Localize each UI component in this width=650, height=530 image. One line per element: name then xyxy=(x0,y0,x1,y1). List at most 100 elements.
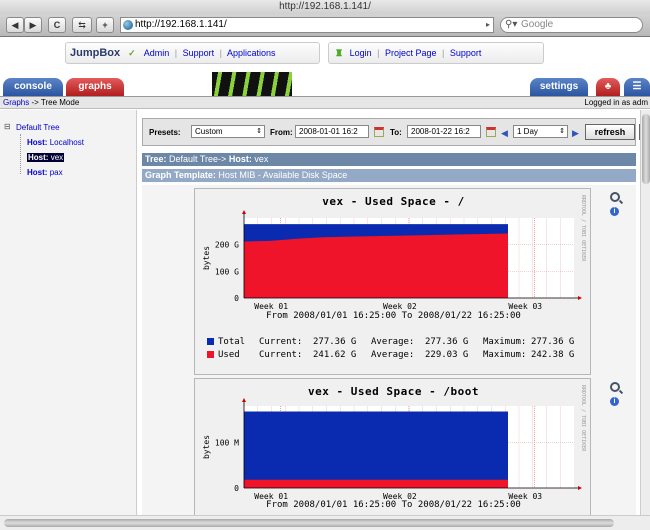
legend-swatch-total xyxy=(207,338,214,345)
graph-content: Presets: Custom ⇕ From: 2008-01-01 16:2 T… xyxy=(138,110,640,515)
admin-link[interactable]: Admin xyxy=(144,48,170,58)
info-icon[interactable]: i xyxy=(610,207,619,216)
host-prefix: Host: xyxy=(27,168,48,177)
info-icon[interactable]: i xyxy=(610,397,619,406)
timespan-filter: Presets: Custom ⇕ From: 2008-01-01 16:2 T… xyxy=(142,118,640,146)
horizontal-scrollbar[interactable] xyxy=(0,515,650,530)
presets-value: Custom xyxy=(195,127,223,136)
tree-root-default-tree[interactable]: Default Tree xyxy=(16,123,60,133)
y-axis-label: bytes xyxy=(202,435,211,459)
host-selected: Host: vex xyxy=(27,153,65,162)
select-arrow-icon: ⇕ xyxy=(559,128,565,135)
host-header-label: Host: xyxy=(228,154,252,164)
address-bar[interactable]: http://192.168.1.141/ ▸ xyxy=(120,17,494,33)
logged-in-text: Logged in as adm xyxy=(584,98,648,107)
timespan-value: 1 Day xyxy=(517,127,538,136)
refresh-button[interactable]: refresh xyxy=(585,124,635,140)
from-date-input[interactable]: 2008-01-01 16:2 xyxy=(295,125,369,138)
address-text: http://192.168.1.141/ xyxy=(135,19,227,30)
zoom-icon[interactable] xyxy=(610,192,620,202)
host-header-value: vex xyxy=(254,154,269,164)
legend-current-label: Current: xyxy=(259,337,303,347)
tree-host-vex[interactable]: Host: vex xyxy=(27,153,65,163)
zoom-icon[interactable] xyxy=(610,382,620,392)
list-view-icon: ☰ xyxy=(632,81,642,92)
window-title: http://192.168.1.141/ xyxy=(0,0,650,14)
area-series-used xyxy=(244,233,508,298)
legend-current-label: Current: xyxy=(259,350,303,360)
jumpbox-logo: JumpBox xyxy=(70,47,121,59)
check-icon: ✓ xyxy=(128,48,136,58)
breadcrumb: Graphs -> Tree Mode Logged in as adm xyxy=(0,96,650,109)
add-bookmark-button[interactable]: + xyxy=(96,17,114,33)
tree-sidebar: ⊟ Default Tree Host: Localhost Host: vex… xyxy=(0,110,137,515)
to-calendar-icon[interactable] xyxy=(486,127,496,137)
legend-average-label: Average: xyxy=(371,350,415,360)
legend-maximum-label: Maximum: xyxy=(483,337,527,347)
graph-2-plot: 0100 MWeek 01 Week 02 Week 03bytes xyxy=(202,398,582,501)
tree-host-localhost[interactable]: Host: Localhost xyxy=(27,138,84,148)
globe-icon xyxy=(123,20,133,30)
x-axis-arrow xyxy=(578,296,582,300)
applications-link[interactable]: Applications xyxy=(227,48,276,58)
support-link-2[interactable]: Support xyxy=(450,48,482,58)
legend-row-total: Total Current: 277.36 G Average: 277.36 … xyxy=(207,337,587,349)
graph-template-header: Graph Template: Host MIB - Available Dis… xyxy=(142,169,636,182)
robot-icon: ♜ xyxy=(335,48,344,58)
browser-toolbar: ◀ ▶ C ⇆ + http://192.168.1.141/ ▸ ⚲▾ Goo… xyxy=(0,14,650,37)
project-page-link[interactable]: Project Page xyxy=(385,48,437,58)
search-placeholder: Google xyxy=(521,19,554,30)
search-input[interactable]: ⚲▾ Google xyxy=(500,17,643,33)
snapback-button[interactable]: ⇆ xyxy=(72,17,92,33)
shift-right-icon[interactable]: ▶ xyxy=(572,128,579,139)
legend-current: 277.36 G xyxy=(313,337,357,347)
presets-label: Presets: xyxy=(149,128,181,137)
area-series-total xyxy=(244,411,508,488)
tree-header-label: Tree: xyxy=(145,154,167,164)
timespan-select[interactable]: 1 Day ⇕ xyxy=(513,125,568,138)
horizontal-scroll-thumb[interactable] xyxy=(4,519,614,527)
shift-left-icon[interactable]: ◀ xyxy=(501,128,508,139)
login-link[interactable]: Login xyxy=(350,48,372,58)
from-calendar-icon[interactable] xyxy=(374,127,384,137)
history-arrow-icon[interactable]: ▸ xyxy=(486,18,490,32)
tab-settings[interactable]: settings xyxy=(530,78,588,96)
jumpbox-admin-box: JumpBox ✓ Admin | Support | Applications xyxy=(65,42,320,64)
cacti-tabs: console graphs settings ♣ ☰ xyxy=(0,72,650,96)
tree-host-pax[interactable]: Host: pax xyxy=(27,168,63,178)
back-button[interactable]: ◀ xyxy=(6,17,24,33)
breadcrumb-graphs-link[interactable]: Graphs xyxy=(3,98,29,107)
graph-range-text: From 2008/01/01 16:25:00 To 2008/01/22 1… xyxy=(266,500,521,510)
reload-button[interactable]: C xyxy=(48,17,66,33)
presets-select[interactable]: Custom ⇕ xyxy=(191,125,265,138)
graph-used-space-boot[interactable]: vex - Used Space - /boot RRDTOOL / TOBI … xyxy=(194,378,591,515)
x-tick-label: Week 02 xyxy=(383,302,417,311)
separator: | xyxy=(442,48,445,58)
to-date-input[interactable]: 2008-01-22 16:2 xyxy=(407,125,481,138)
x-tick-label: Week 03 xyxy=(508,302,542,311)
snapback-icon: ⇆ xyxy=(78,20,86,30)
cacti-swoosh-graphic xyxy=(212,72,292,96)
legend-current: 241.62 G xyxy=(313,350,357,360)
vertical-scroll-thumb[interactable] xyxy=(642,114,650,184)
y-tick-label: 0 xyxy=(234,294,239,303)
legend-average: 229.03 G xyxy=(425,350,469,360)
legend-swatch-used xyxy=(207,351,214,358)
separator: | xyxy=(377,48,380,58)
host-name: Localhost xyxy=(49,138,84,147)
separator: | xyxy=(219,48,222,58)
support-link[interactable]: Support xyxy=(183,48,215,58)
tree-expand-icon[interactable]: ⊟ xyxy=(4,122,11,132)
tab-graphs[interactable]: graphs xyxy=(66,78,124,96)
forward-button[interactable]: ▶ xyxy=(24,17,42,33)
tab-console[interactable]: console xyxy=(3,78,63,96)
list-view-button[interactable]: ☰ xyxy=(624,78,650,96)
legend-row-used: Used Current: 241.62 G Average: 229.03 G… xyxy=(207,350,587,362)
from-label: From: xyxy=(270,128,293,137)
legend-average-label: Average: xyxy=(371,337,415,347)
tree-header-value: Default Tree-> xyxy=(169,154,227,164)
graph-used-space-root[interactable]: vex - Used Space - / RRDTOOL / TOBI OETI… xyxy=(194,188,591,375)
area-series-used xyxy=(244,479,508,488)
tree-view-button[interactable]: ♣ xyxy=(596,78,620,96)
vertical-scrollbar[interactable] xyxy=(640,110,650,515)
